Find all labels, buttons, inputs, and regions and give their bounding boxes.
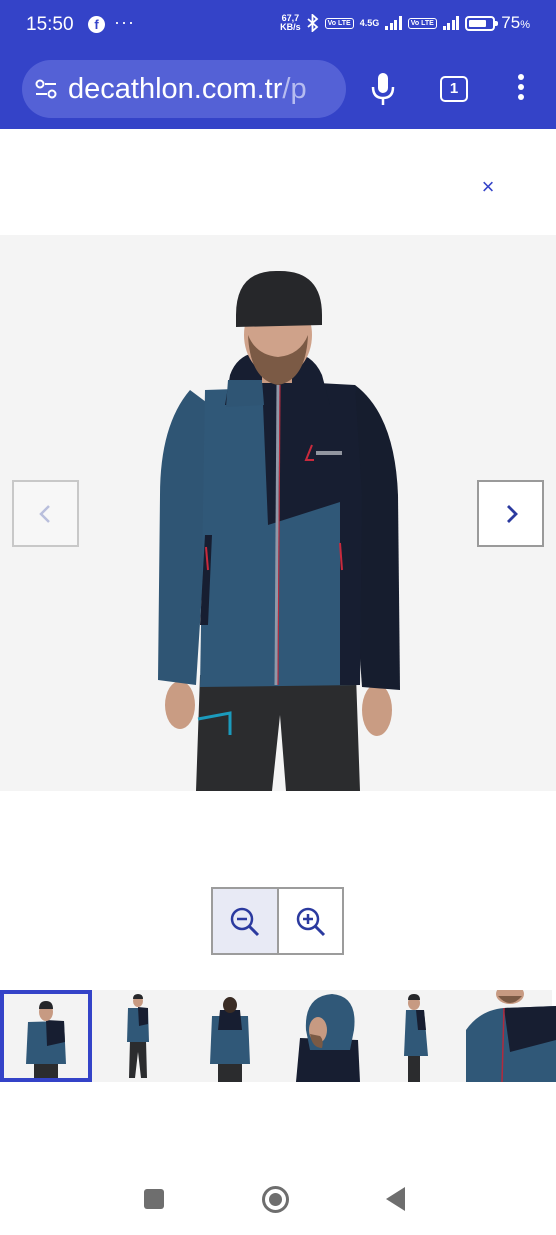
signal-strength-icon-1 [385, 16, 402, 30]
chevron-right-icon [507, 505, 518, 523]
zoom-in-icon [296, 907, 325, 937]
product-image [0, 235, 556, 791]
network-type: 4.5G [359, 18, 380, 28]
thumbnail-hood-side[interactable] [276, 990, 368, 1082]
close-viewer-button[interactable]: × [476, 175, 500, 199]
tab-switcher-button[interactable]: 1 [440, 76, 468, 102]
back-icon[interactable] [386, 1187, 405, 1211]
volte-badge-1: Vo LTE [324, 17, 354, 29]
zoom-out-button[interactable] [211, 887, 278, 955]
thumbnail-full-body[interactable] [92, 990, 184, 1082]
status-indicators: 67,7 KB/s Vo LTE 4.5G Vo LTE 75% [280, 13, 530, 33]
thumbnail-front[interactable] [0, 990, 92, 1082]
thumbnail-strip [0, 990, 556, 1082]
thumbnail-detail-image [466, 990, 556, 1082]
battery-percent-unit: % [520, 19, 530, 31]
thumbnail-side-image [404, 994, 428, 1082]
previous-image-button[interactable] [12, 480, 79, 547]
site-settings-icon[interactable] [34, 78, 58, 100]
url-host: decathlon.com.tr [68, 73, 283, 105]
recent-apps-icon[interactable] [144, 1189, 164, 1209]
microphone-icon[interactable] [370, 72, 396, 106]
thumbnail-side[interactable] [368, 990, 460, 1082]
thumbnail-back[interactable] [184, 990, 276, 1082]
facebook-icon: f [88, 16, 105, 33]
zoom-controls [211, 887, 344, 955]
volte-badge-2: Vo LTE [407, 17, 437, 29]
thumbnail-front-image [26, 1001, 66, 1078]
thumbnail-hood-side-image [296, 994, 360, 1082]
battery-icon [465, 15, 499, 31]
zoom-out-icon [230, 907, 260, 937]
signal-strength-icon-2 [442, 16, 460, 30]
overflow-menu-icon[interactable] [514, 74, 528, 104]
thumbnail-detail[interactable] [460, 990, 556, 1082]
battery-percent-value: 75 [501, 13, 521, 32]
more-notifications-icon: ··· [114, 12, 135, 32]
zoom-in-button[interactable] [277, 887, 344, 955]
address-bar[interactable]: decathlon.com.tr/p [22, 60, 346, 118]
battery-level-fill [469, 19, 487, 27]
browser-toolbar: decathlon.com.tr/p 1 [0, 52, 556, 129]
network-speed: 67,7 KB/s [280, 14, 301, 32]
url-text[interactable]: decathlon.com.tr/p [68, 73, 307, 106]
status-bar: 15:50 f ··· 67,7 KB/s Vo LTE 4.5G Vo LTE… [0, 0, 556, 52]
next-image-button[interactable] [477, 480, 544, 547]
bluetooth-icon [307, 14, 318, 32]
product-photo-jacket-model [158, 270, 400, 791]
chevron-left-icon [39, 505, 50, 523]
url-path: /p [282, 73, 307, 105]
status-time: 15:50 [26, 14, 74, 35]
home-icon[interactable] [262, 1186, 289, 1213]
battery-percentage: 75% [501, 13, 530, 33]
thumbnail-full-body-image [127, 994, 149, 1078]
system-navigation-bar [0, 1150, 556, 1235]
network-speed-unit: KB/s [280, 22, 301, 32]
thumbnail-back-image [210, 997, 250, 1082]
